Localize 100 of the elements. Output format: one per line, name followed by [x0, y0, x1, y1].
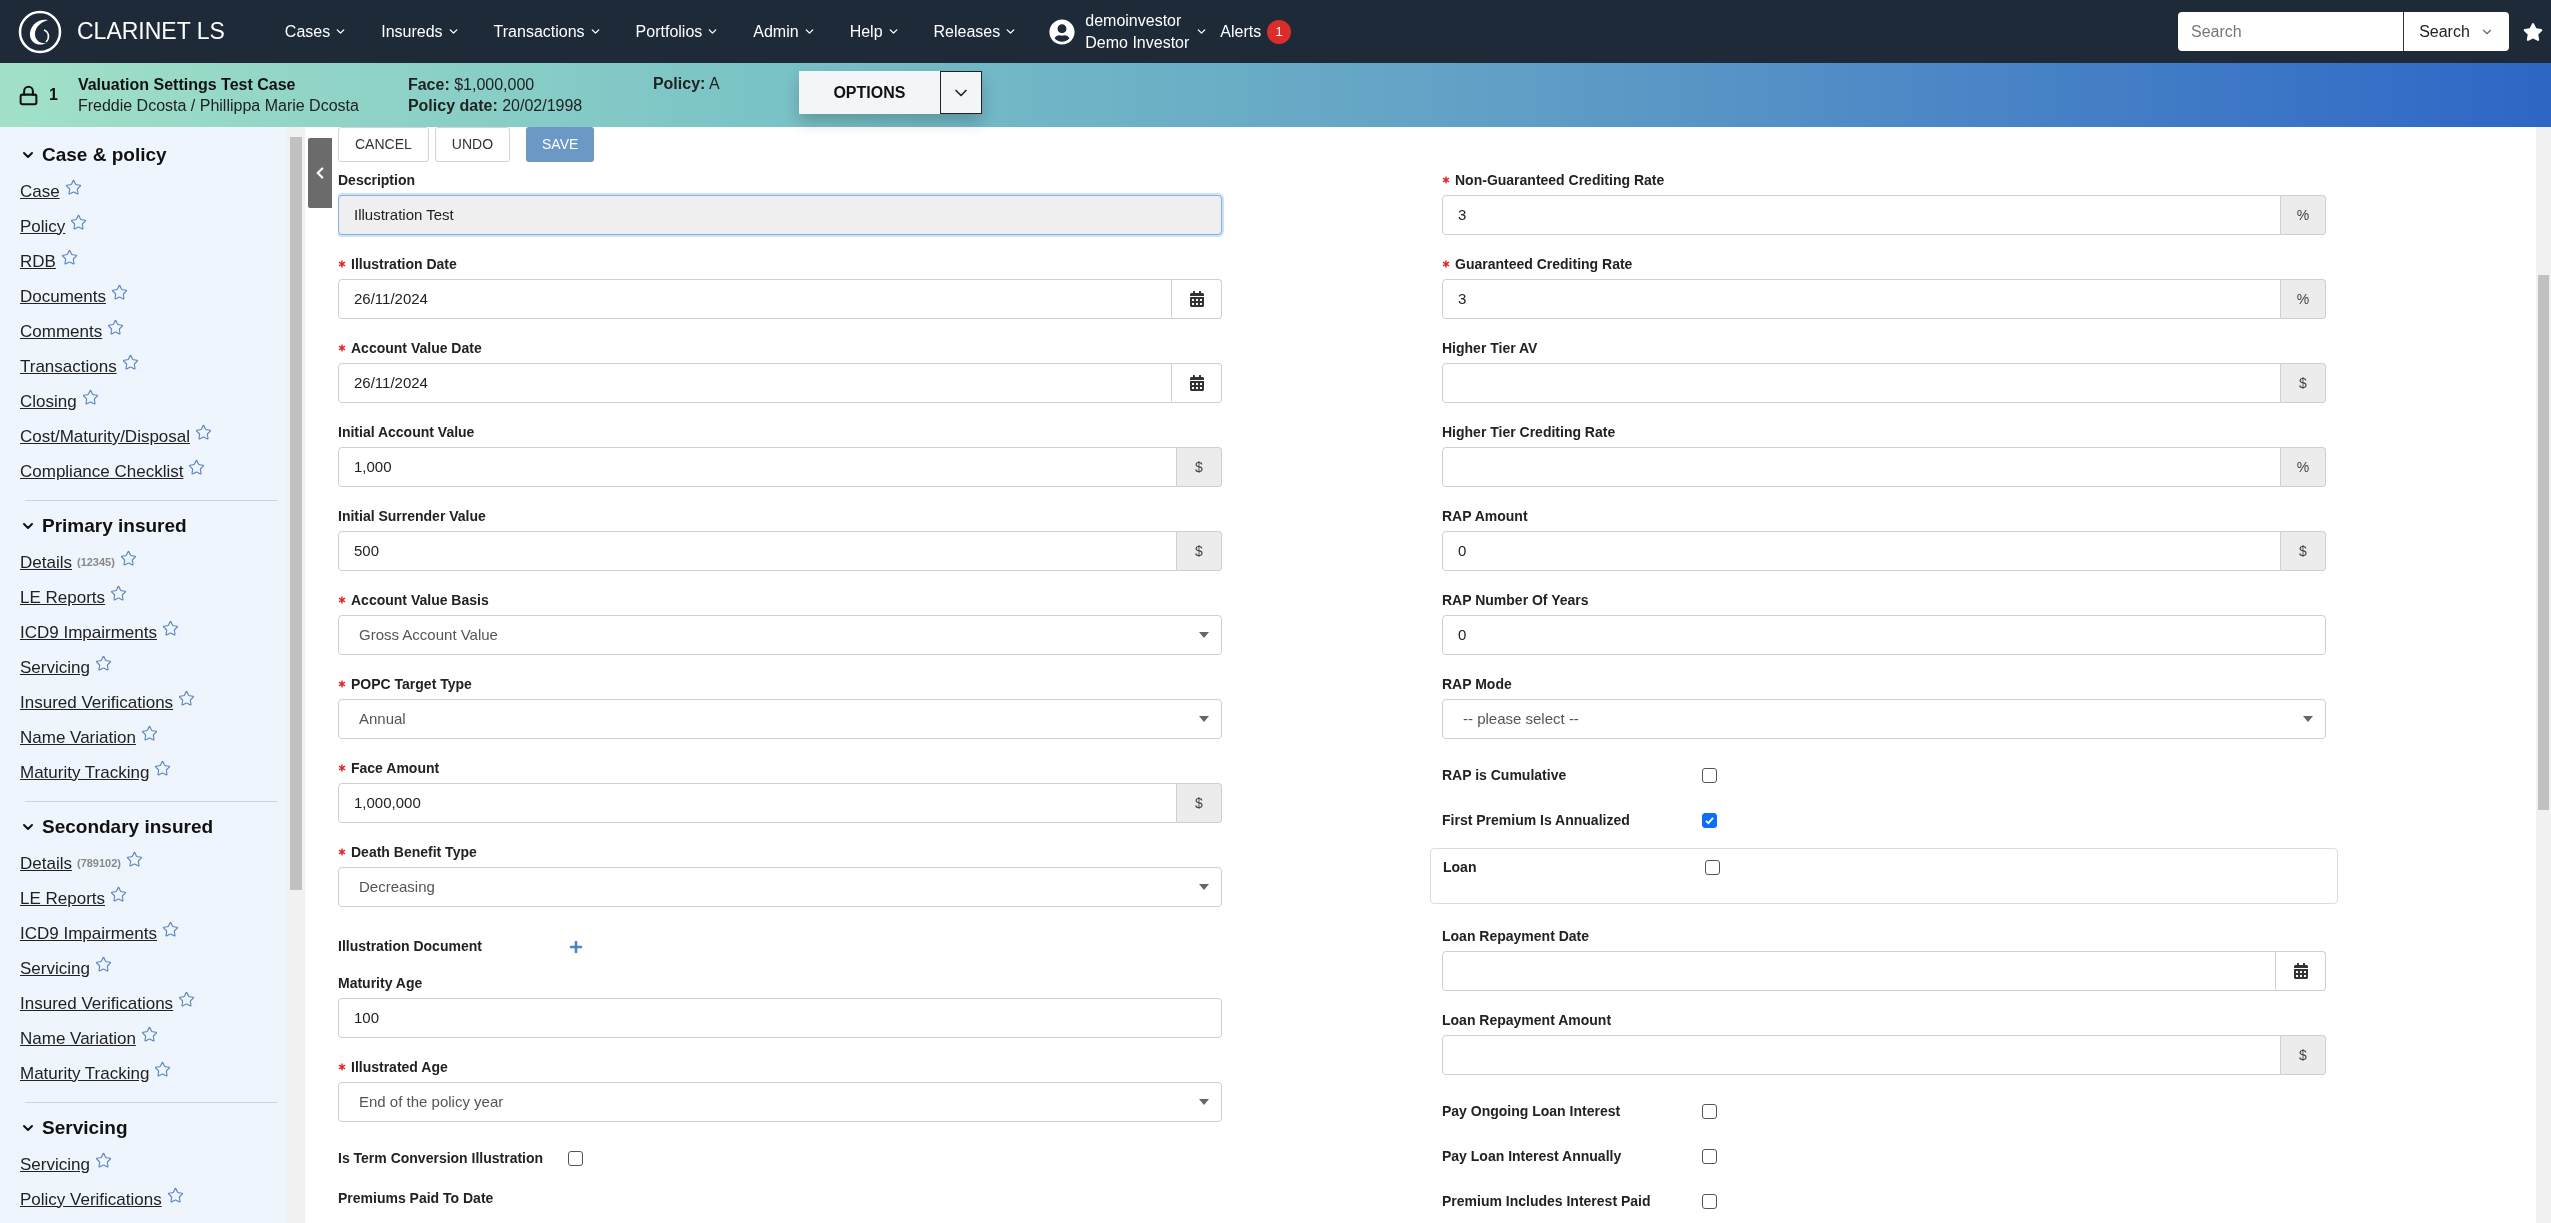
favorite-star-icon[interactable] [60, 249, 78, 266]
sidebar-link[interactable]: Name Variation [20, 1025, 136, 1052]
favorite-star-icon[interactable] [195, 424, 213, 441]
toolbar-button[interactable]: CANCEL [338, 127, 429, 162]
options-button[interactable]: OPTIONS [798, 71, 940, 114]
sidebar-link[interactable]: Documents [20, 283, 106, 310]
favorite-star-icon[interactable] [107, 319, 125, 336]
input-field[interactable]: Illustration Test [338, 195, 1222, 235]
checkbox[interactable] [568, 1151, 583, 1166]
sidebar-link[interactable]: Details [20, 549, 72, 576]
input-field[interactable]: 1,000 [338, 447, 1177, 487]
favorite-star-icon[interactable] [121, 354, 139, 371]
favorite-star-icon[interactable] [154, 1061, 172, 1078]
favorite-star-icon[interactable] [94, 1152, 112, 1169]
toolbar-button[interactable]: UNDO [434, 127, 511, 162]
sidebar-link[interactable]: Name Variation [20, 724, 136, 751]
favorite-star-icon[interactable] [70, 214, 88, 231]
search-button[interactable]: Search [2403, 12, 2509, 51]
input-field[interactable]: 26/11/2024 [338, 279, 1172, 319]
favorite-star-icon[interactable] [178, 690, 196, 707]
checkbox[interactable] [1702, 813, 1717, 828]
favorite-star-icon[interactable] [110, 886, 128, 903]
favorite-star-icon[interactable] [188, 459, 206, 476]
favorite-star-icon[interactable] [81, 389, 99, 406]
sidebar-link[interactable]: Servicing [20, 955, 90, 982]
input-field[interactable] [1442, 363, 2281, 403]
input-field[interactable]: 500 [338, 531, 1177, 571]
nav-menu[interactable]: Releases [933, 19, 1018, 44]
sidebar-link[interactable]: Transactions [20, 353, 117, 380]
options-dropdown-button[interactable] [939, 71, 982, 114]
sidebar-link[interactable]: Details [20, 850, 72, 877]
sidebar-link[interactable]: RDB [20, 248, 56, 275]
checkbox[interactable] [1702, 1104, 1717, 1119]
calendar-button[interactable] [2276, 951, 2326, 991]
user-avatar-icon[interactable] [1049, 18, 1076, 45]
select-field[interactable]: Annual [338, 699, 1222, 739]
sidebar-link[interactable]: Insured Verifications [20, 990, 174, 1017]
input-field[interactable] [1442, 447, 2281, 487]
favorite-star-icon[interactable] [154, 760, 172, 777]
checkbox[interactable] [1705, 860, 1720, 875]
sidebar-link[interactable]: Servicing [20, 1151, 90, 1178]
alerts-button[interactable]: Alerts 1 [1220, 19, 1292, 44]
favorite-star-icon[interactable] [119, 550, 137, 567]
sidebar-link[interactable]: Policy Verifications [20, 1186, 162, 1213]
favorite-star-icon[interactable] [126, 851, 143, 868]
nav-menu[interactable]: Cases [284, 19, 348, 44]
sidebar-link[interactable]: LE Reports [20, 584, 106, 611]
collapse-sidebar-button[interactable] [308, 138, 332, 208]
calendar-button[interactable] [1172, 363, 1222, 403]
sidebar-section-header[interactable]: Primary insured [20, 513, 187, 539]
nav-menu[interactable]: Portfolios [635, 19, 720, 44]
input-field[interactable] [1442, 951, 2276, 991]
sidebar-section-header[interactable]: Servicing [20, 1115, 128, 1141]
sidebar-link[interactable]: ICD9 Impairments [20, 619, 157, 646]
favorite-star-icon[interactable] [178, 991, 196, 1008]
input-field[interactable]: 3 [1442, 195, 2281, 235]
user-menu[interactable]: demoinvestor Demo Investor [1085, 9, 1209, 54]
sidebar-link[interactable]: Servicing [20, 654, 90, 681]
favorite-star-icon[interactable] [162, 921, 179, 938]
checkbox[interactable] [1702, 1194, 1717, 1209]
favorite-star-icon[interactable] [140, 1026, 158, 1043]
sidebar-link[interactable]: Closing [20, 388, 77, 415]
add-document-button[interactable] [568, 938, 584, 955]
select-field[interactable]: Decreasing [338, 867, 1222, 907]
nav-menu[interactable]: Insureds [381, 19, 460, 44]
favorite-star-icon[interactable] [94, 956, 112, 973]
select-field[interactable]: Gross Account Value [338, 615, 1222, 655]
sidebar-link[interactable]: Insured Verifications [20, 689, 174, 716]
select-field[interactable]: -- please select -- [1442, 699, 2326, 739]
input-field[interactable]: 1,000,000 [338, 783, 1177, 823]
sidebar-link[interactable]: Policy [20, 213, 66, 240]
select-field[interactable]: End of the policy year [338, 1082, 1222, 1122]
sidebar-link[interactable]: Case [20, 178, 60, 205]
sidebar-link[interactable]: LE Reports [20, 885, 106, 912]
favorite-star-icon[interactable] [140, 725, 158, 742]
sidebar-link[interactable]: Maturity Tracking [20, 759, 150, 786]
sidebar-link[interactable]: ICD9 Impairments [20, 920, 157, 947]
star-icon[interactable] [2523, 21, 2543, 42]
favorite-star-icon[interactable] [110, 585, 128, 602]
input-field[interactable]: 0 [1442, 531, 2281, 571]
sidebar-section-header[interactable]: Secondary insured [20, 814, 214, 840]
favorite-star-icon[interactable] [166, 1187, 184, 1204]
sidebar-link[interactable]: Compliance Checklist [20, 458, 184, 485]
favorite-star-icon[interactable] [94, 655, 112, 672]
nav-menu[interactable]: Help [849, 19, 900, 44]
input-field[interactable]: 26/11/2024 [338, 363, 1172, 403]
input-field[interactable] [1442, 1035, 2281, 1075]
favorite-star-icon[interactable] [162, 620, 179, 637]
checkbox[interactable] [1702, 1149, 1717, 1164]
sidebar-link[interactable]: Maturity Tracking [20, 1060, 150, 1087]
nav-menu[interactable]: Admin [753, 19, 816, 44]
favorite-star-icon[interactable] [111, 284, 128, 301]
search-field[interactable]: Search [2178, 12, 2403, 51]
input-field[interactable]: 3 [1442, 279, 2281, 319]
checkbox[interactable] [1702, 768, 1717, 783]
favorite-star-icon[interactable] [64, 179, 82, 196]
input-field[interactable]: 0 [1442, 615, 2326, 655]
calendar-button[interactable] [1172, 279, 1222, 319]
sidebar-link[interactable]: Cost/Maturity/Disposal [20, 423, 191, 450]
input-field[interactable]: 100 [338, 998, 1222, 1038]
